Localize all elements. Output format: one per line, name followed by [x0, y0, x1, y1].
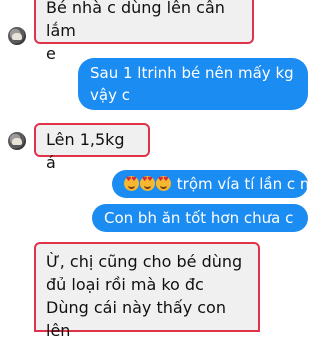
contact-avatar[interactable] — [8, 27, 26, 45]
outgoing-message-4: trộm vía tí lần c nhỉ. — [112, 170, 320, 198]
message-text-line: trộm vía tí lần c nhỉ. — [176, 175, 320, 193]
heart-eyes-emoji-icon — [140, 176, 155, 191]
message-text-line: Bé nhà c dùng lên cân lắm — [46, 0, 225, 40]
heart-eyes-emoji-icon — [124, 176, 139, 191]
message-text-line: Con bh ăn tốt hơn chưa c — [104, 209, 294, 227]
message-text-line: đủ loại rồi mà ko đc — [46, 275, 204, 294]
message-bubble: Lên 1,5kg á — [34, 123, 150, 172]
heart-eyes-emoji-icon — [156, 176, 171, 191]
message-text-line: Lên 1,5kg á — [46, 130, 125, 172]
outgoing-message-5: Con bh ăn tốt hơn chưa c — [92, 204, 308, 232]
message-text-line: Sau 1 ltrinh bé nên mấy kg — [90, 64, 294, 82]
message-bubble: Bé nhà c dùng lên cân lắm e — [34, 0, 254, 63]
message-text-line: Dùng cái này thấy con lên — [46, 298, 226, 340]
contact-avatar[interactable] — [8, 132, 26, 150]
outgoing-message-2: Sau 1 ltrinh bé nên mấy kg vậy c — [78, 58, 308, 110]
message-bubble: Ừ, chị cũng cho bé dùng đủ loại rồi mà k… — [34, 242, 260, 340]
message-text-line: vậy c — [90, 86, 130, 104]
message-text-line: Ừ, chị cũng cho bé dùng — [46, 252, 243, 271]
